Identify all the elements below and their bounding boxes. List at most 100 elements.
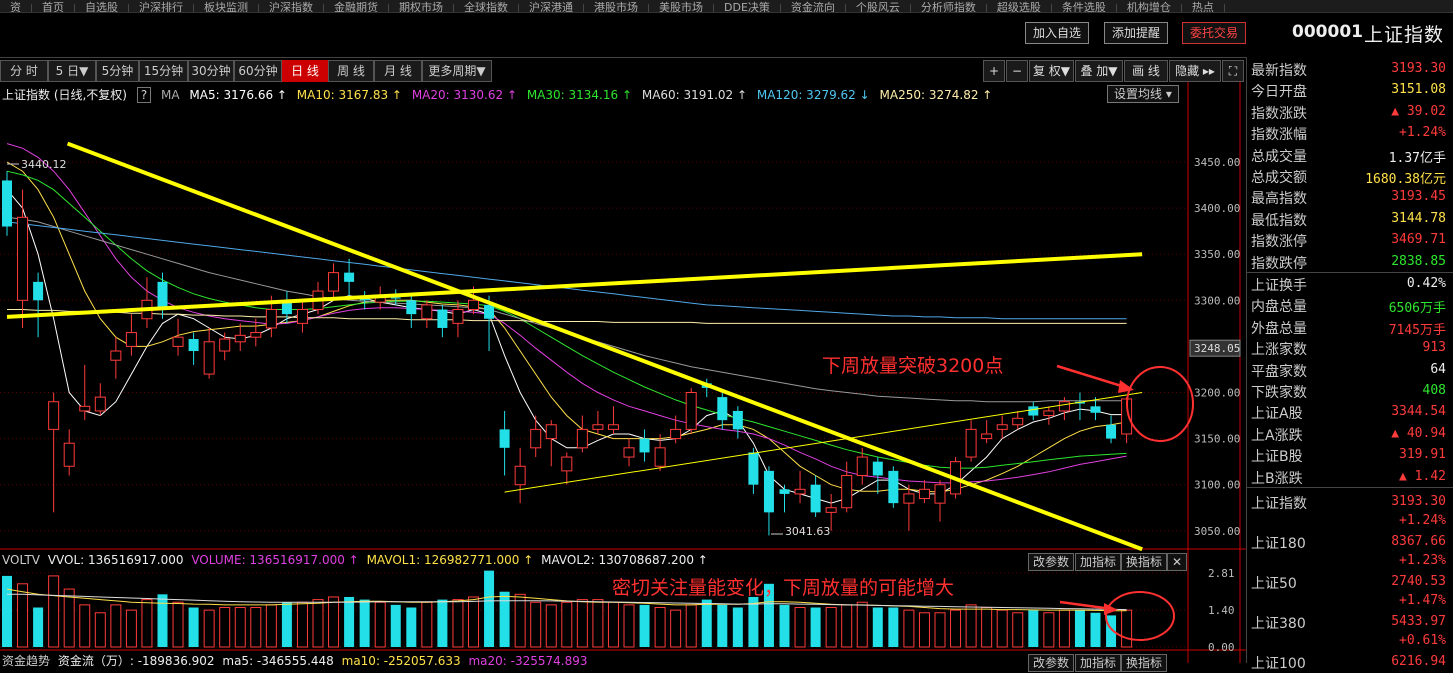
- candle-body-up: [545, 424, 557, 440]
- annotation-breakout: 下周放量突破3200点: [822, 355, 1004, 377]
- quote-row: 总成交额 1680.38亿元: [1251, 165, 1450, 187]
- quote-label: 最高指数: [1251, 191, 1307, 208]
- volume-bar-down: [1090, 612, 1101, 647]
- index-change-row: +1.47%: [1251, 590, 1450, 611]
- swap-indicator-button[interactable]: 换指标: [1121, 553, 1168, 571]
- quote-value: ▲ 40.94: [1391, 425, 1446, 441]
- market-row: 平盘家数 64: [1251, 359, 1450, 380]
- candle-body-up: [670, 428, 682, 440]
- index-change-row: +1.24%: [1251, 510, 1450, 531]
- candle-body-down: [639, 438, 650, 453]
- market-row: 上B涨跌 ▲ 1.42: [1251, 466, 1450, 487]
- candle-body-down: [1090, 406, 1101, 413]
- vol-tick-label: 0.00: [1208, 641, 1235, 654]
- candle-body-up: [203, 341, 215, 375]
- change-param-button[interactable]: 改参数: [1028, 553, 1075, 571]
- volume-bar-down: [281, 602, 292, 647]
- trend-line: [504, 392, 1143, 493]
- price-tick-label: 3248.05: [1194, 342, 1240, 355]
- quote-label: 指数涨停: [1251, 234, 1307, 251]
- candle-body-up: [219, 338, 231, 352]
- candle-body-down: [717, 397, 728, 421]
- volume-bar-up: [1043, 612, 1055, 648]
- quote-label: 总成交量: [1251, 148, 1307, 165]
- volume-bar-down: [701, 599, 712, 647]
- volume-bar-up: [514, 593, 526, 648]
- price-tick-label: 3300.00: [1194, 294, 1240, 307]
- quote-row: 今日开盘 3151.08: [1251, 79, 1450, 100]
- add-indicator-button[interactable]: 加指标: [1075, 553, 1122, 571]
- quote-value: 6216.94: [1391, 654, 1446, 669]
- quote-value: 1.37亿手: [1388, 150, 1446, 166]
- candle-body-down: [2, 180, 12, 227]
- price-tick-label: 3100.00: [1194, 479, 1240, 492]
- volume-bar-up: [685, 604, 697, 648]
- market-row: 上A涨跌 ▲ 40.94: [1251, 423, 1450, 444]
- candle-body-up: [685, 392, 697, 430]
- volume-bar-up: [794, 607, 806, 648]
- volume-bar-up: [172, 601, 184, 648]
- quote-label: 上A涨跌: [1251, 427, 1303, 444]
- quote-label: 指数跌停: [1251, 255, 1307, 272]
- volume-bar-up: [110, 604, 122, 648]
- quote-row: 指数涨跌 ▲ 39.02: [1251, 101, 1450, 122]
- candle-body-up: [94, 396, 106, 412]
- quote-value: 6506万手: [1388, 301, 1446, 317]
- top-frame: [0, 57, 1246, 58]
- ma-line-ma120: [6, 221, 1127, 320]
- candle-body-up: [48, 401, 60, 430]
- candle-body-up: [592, 424, 604, 430]
- volume-bar-down: [359, 599, 370, 647]
- volume-indicator-name: VOLTV: [2, 553, 41, 567]
- quote-label: 下跌家数: [1251, 385, 1307, 401]
- annotation-volume: 密切关注量能变化，下周放量的可能增大: [612, 577, 955, 599]
- volume-value: VOLUME: 136516917.000 ↑: [191, 553, 359, 567]
- candle-body-up: [452, 309, 464, 324]
- quote-value: 3344.54: [1391, 404, 1446, 420]
- candle-body-up: [934, 484, 946, 504]
- candle-body-up: [296, 309, 308, 324]
- price-tick-label: 3400.00: [1194, 202, 1240, 215]
- quote-label: 指数涨跌: [1251, 105, 1307, 122]
- quote-value: 3469.71: [1391, 232, 1446, 248]
- volume-bar-up: [934, 612, 946, 648]
- quote-value: 3151.08: [1391, 82, 1446, 98]
- volume-bar-up: [328, 596, 340, 648]
- fund-swap-indicator-button[interactable]: 换指标: [1121, 654, 1168, 672]
- quote-label: 外盘总量: [1251, 320, 1307, 337]
- quote-label: 最低指数: [1251, 212, 1307, 229]
- fund-change-param-button[interactable]: 改参数: [1028, 654, 1075, 672]
- volume-bar-down: [437, 599, 448, 647]
- divider: [1247, 487, 1453, 488]
- candle-body-up: [623, 447, 635, 458]
- candle-body-up: [841, 474, 853, 509]
- volume-bar-up: [1012, 612, 1024, 648]
- quote-value: 3193.45: [1391, 189, 1446, 205]
- market-row: 内盘总量 6506万手: [1251, 294, 1450, 317]
- volume-bar-down: [188, 607, 199, 647]
- volume-bar-up: [265, 604, 277, 648]
- quote-label: 上涨家数: [1251, 342, 1307, 359]
- volume-bar-down: [406, 607, 417, 647]
- candle-body-up: [234, 334, 246, 343]
- quote-label: 最新指数: [1251, 63, 1307, 79]
- candle-body-down: [157, 281, 168, 310]
- volume-bar-up: [1121, 609, 1133, 648]
- volume-bar-up: [468, 596, 479, 648]
- volume-bar-up: [219, 607, 231, 648]
- volume-bar-up: [312, 599, 324, 648]
- quote-label: 总成交额: [1251, 170, 1307, 186]
- quote-value: 7145万手: [1388, 322, 1446, 338]
- volume-bar-up: [421, 601, 433, 648]
- mavol1-value: MAVOL1: 126982771.000 ↑: [366, 553, 534, 567]
- volume-bar-up: [374, 601, 386, 648]
- candle-body-up: [125, 332, 137, 347]
- mavol2-value: MAVOL2: 130708687.200 ↑: [541, 553, 708, 567]
- volume-bar-down: [732, 607, 743, 647]
- volume-bar-up: [981, 607, 993, 648]
- vol-tick-label: 2.81: [1208, 567, 1235, 580]
- volume-bar-down: [810, 607, 821, 647]
- quote-value: 408: [1422, 383, 1446, 398]
- close-indicator-button[interactable]: ✕: [1167, 553, 1188, 571]
- fund-add-indicator-button[interactable]: 加指标: [1075, 654, 1122, 672]
